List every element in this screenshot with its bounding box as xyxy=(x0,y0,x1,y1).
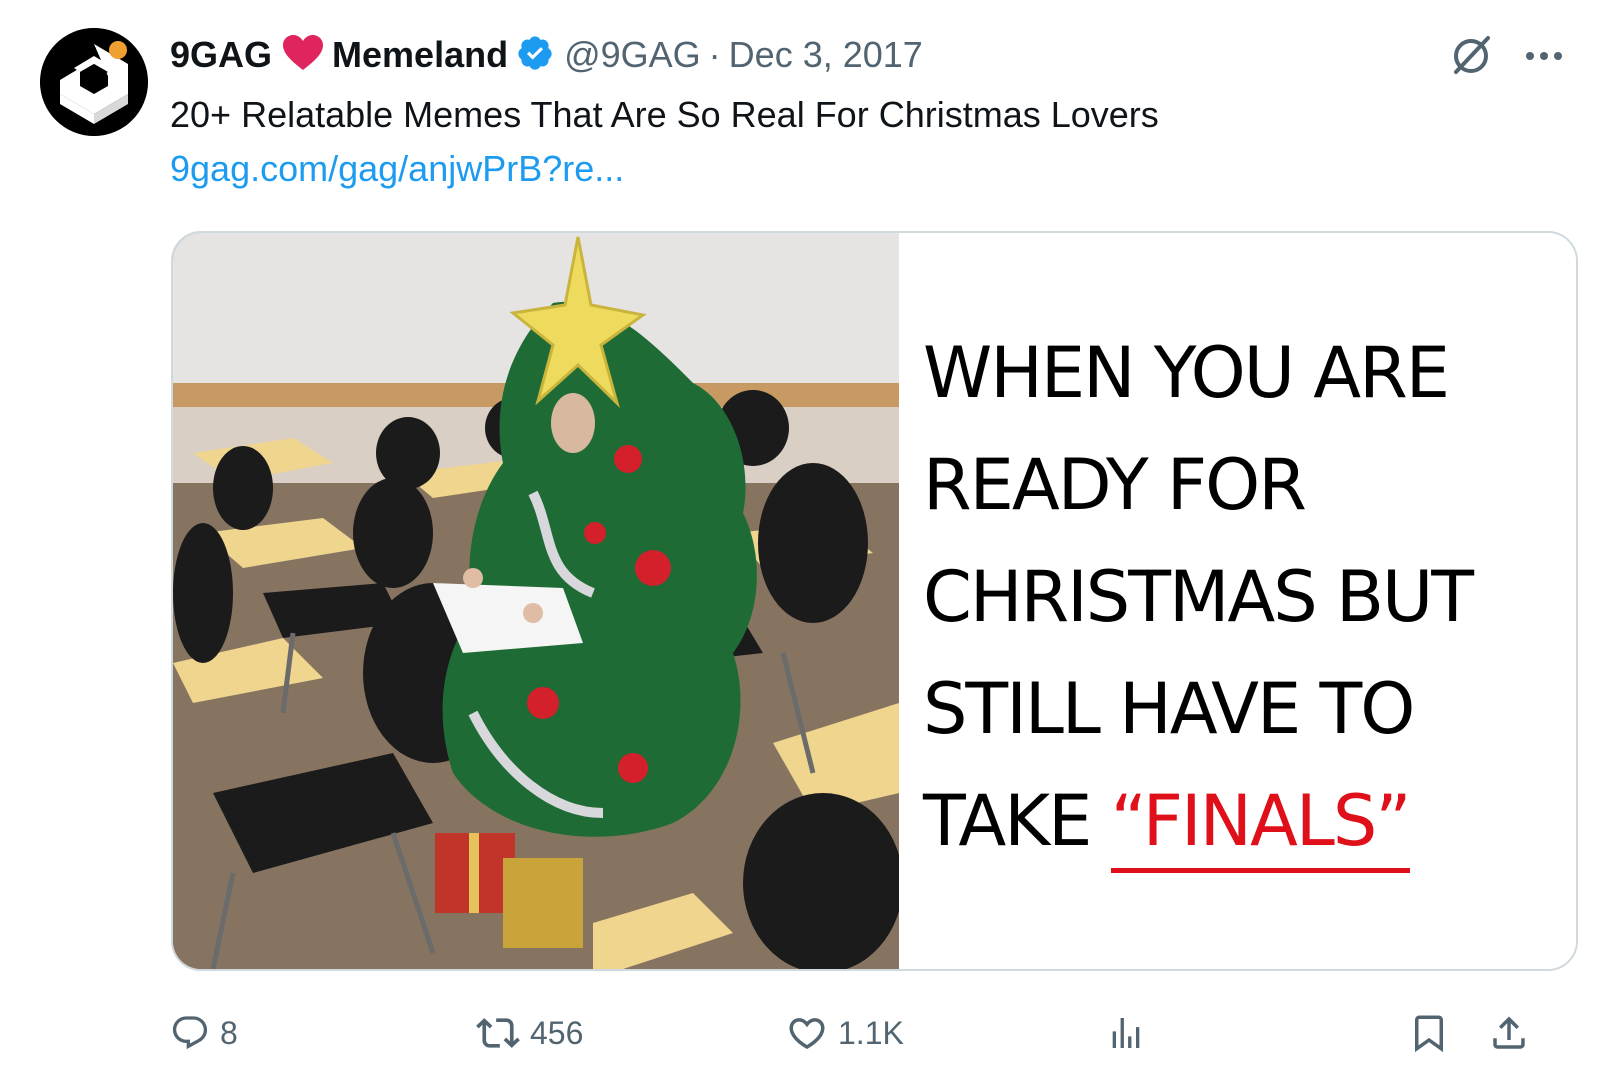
like-button[interactable]: 1.1K xyxy=(786,1005,904,1061)
share-button[interactable] xyxy=(1488,1005,1530,1061)
separator: · xyxy=(708,34,721,75)
reply-icon xyxy=(172,1016,208,1050)
retweet-button[interactable]: 456 xyxy=(476,1005,583,1061)
tweet-header: 9GAG Memeland @9GAG · Dec 3, 2017 xyxy=(170,30,923,80)
grok-icon[interactable] xyxy=(1448,32,1494,83)
verified-badge-icon xyxy=(516,34,554,77)
handle[interactable]: @9GAG xyxy=(564,34,701,76)
like-count: 1.1K xyxy=(838,1014,904,1051)
views-button[interactable] xyxy=(1106,1005,1146,1061)
tweet-top-actions xyxy=(1448,32,1564,83)
views-icon xyxy=(1112,1018,1140,1048)
bookmark-button[interactable] xyxy=(1408,1005,1450,1061)
share-icon xyxy=(1493,1016,1525,1049)
bookmark-icon xyxy=(1415,1015,1443,1053)
caption-line-2: READY FOR xyxy=(923,444,1307,526)
display-name[interactable]: 9GAG xyxy=(170,34,272,76)
reply-button[interactable]: 8 xyxy=(170,1005,238,1061)
retweet-count: 456 xyxy=(530,1014,584,1051)
display-name-2[interactable]: Memeland xyxy=(332,34,508,76)
caption-panel: WHEN YOU ARE READY FOR CHRISTMAS BUT STI… xyxy=(899,233,1576,969)
tweet-text: 20+ Relatable Memes That Are So Real For… xyxy=(170,94,1159,135)
caption-line-1: WHEN YOU ARE xyxy=(923,332,1450,414)
timestamp[interactable]: Dec 3, 2017 xyxy=(729,34,923,76)
tweet-actions: 8 456 1.1K xyxy=(170,1005,1564,1061)
reply-count: 8 xyxy=(220,1014,238,1051)
retweet-icon xyxy=(476,1018,520,1048)
avatar[interactable] xyxy=(40,28,148,136)
caption-line-5: TAKE “FINALS” xyxy=(923,765,1472,877)
caption-line-3: CHRISTMAS BUT xyxy=(923,556,1474,638)
more-icon[interactable] xyxy=(1524,49,1564,67)
meme-caption: WHEN YOU ARE READY FOR CHRISTMAS BUT STI… xyxy=(923,317,1474,877)
media-card[interactable]: WHEN YOU ARE READY FOR CHRISTMAS BUT STI… xyxy=(171,231,1578,971)
heart-icon xyxy=(282,34,324,77)
caption-line-5-prefix: TAKE xyxy=(923,780,1092,862)
caption-line-4: STILL HAVE TO xyxy=(923,668,1415,750)
christmas-tree-costume-photo xyxy=(173,233,899,969)
9gag-logo-icon xyxy=(40,28,148,136)
caption-finals-highlight: “FINALS” xyxy=(1110,780,1412,873)
like-icon xyxy=(789,1018,825,1050)
tweet-link[interactable]: 9gag.com/gag/anjwPrB?re... xyxy=(170,146,624,192)
